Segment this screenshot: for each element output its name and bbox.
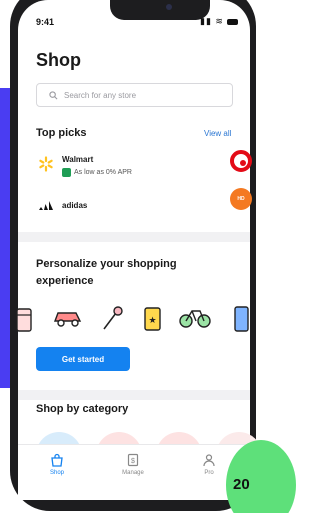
shop-by-category-title: Shop by category — [36, 403, 129, 415]
view-all-link[interactable]: View all — [204, 129, 231, 138]
wifi-icon: ≋ — [215, 16, 224, 26]
bike-icon[interactable] — [178, 305, 212, 329]
signal-icon: ▮▮ — [200, 16, 212, 26]
search-icon — [49, 90, 58, 99]
promo-badge-text: 20 — [233, 476, 250, 493]
category-icon-row: ★ — [16, 305, 250, 335]
personalize-title: Personalize your shopping experience — [36, 258, 177, 288]
status-icons: ▮▮ ≋ — [200, 16, 239, 27]
screen — [18, 0, 250, 500]
nav-shop[interactable]: Shop — [32, 453, 82, 476]
nav-profile-label: Pro — [204, 470, 214, 476]
pin-icon[interactable] — [100, 305, 126, 333]
bottom-nav: Shop $ Manage Pro — [18, 444, 250, 500]
home-depot-logo[interactable]: HD — [230, 188, 252, 210]
ticket-icon[interactable]: ★ — [142, 305, 164, 333]
battery-icon — [227, 18, 239, 25]
adidas-logo — [39, 201, 53, 210]
svg-text:$: $ — [131, 458, 135, 465]
clothing-icon[interactable] — [14, 305, 36, 333]
target-dot — [240, 160, 246, 166]
search-placeholder: Search for any store — [64, 90, 137, 100]
car-icon[interactable] — [52, 305, 84, 329]
person-icon — [203, 454, 215, 467]
tag-icon — [62, 168, 71, 177]
section-divider-2 — [18, 390, 250, 400]
pick-walmart-name[interactable]: Walmart — [62, 155, 93, 164]
receipt-icon: $ — [127, 453, 139, 467]
svg-text:★: ★ — [148, 315, 156, 325]
section-divider — [18, 232, 250, 242]
pick-adidas-name[interactable]: adidas — [62, 201, 87, 210]
search-input[interactable]: Search for any store — [36, 83, 233, 107]
shopping-bag-icon — [51, 453, 63, 467]
target-logo[interactable] — [230, 150, 252, 172]
walmart-logo — [39, 156, 53, 172]
get-started-button[interactable]: Get started — [36, 347, 130, 371]
nav-manage-label: Manage — [122, 470, 144, 476]
nav-manage[interactable]: $ Manage — [108, 453, 158, 476]
phone-icon[interactable] — [232, 305, 250, 333]
top-picks-title: Top picks — [36, 127, 87, 139]
status-time: 9:41 — [36, 17, 55, 27]
pick-walmart-subtitle: As low as 0% APR — [74, 169, 132, 176]
camera-dot — [166, 4, 172, 10]
nav-shop-label: Shop — [49, 470, 64, 476]
notch — [110, 0, 210, 20]
page-title: Shop — [36, 50, 81, 70]
